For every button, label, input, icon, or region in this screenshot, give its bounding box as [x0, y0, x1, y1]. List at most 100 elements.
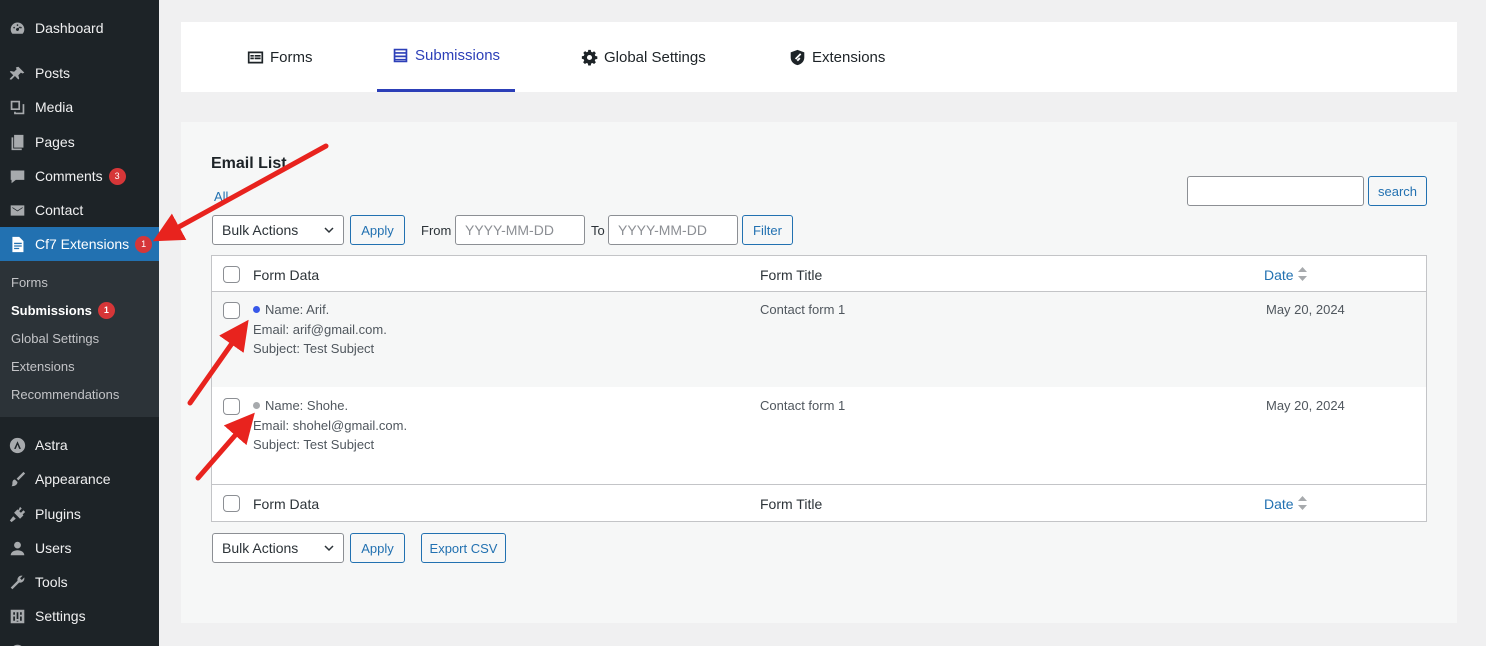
apply-button-bottom[interactable]: Apply — [350, 533, 405, 563]
sidebar-item-label: Comments — [35, 168, 103, 184]
select-value: Bulk Actions — [222, 540, 299, 556]
form-icon — [247, 51, 264, 63]
unread-indicator-dot — [253, 306, 260, 314]
sidebar-item-more[interactable] — [0, 634, 159, 646]
submenu-label: Global Settings — [11, 330, 100, 346]
select-all-checkbox-footer[interactable] — [223, 495, 240, 512]
submission-email: Email: shohel@gmail.com. — [253, 417, 408, 433]
document-icon — [8, 235, 26, 253]
sidebar-item-users[interactable]: Users — [0, 531, 159, 565]
tab-label: Extensions — [812, 48, 886, 66]
cf7-count-badge: 1 — [135, 235, 153, 253]
sidebar-item-tools[interactable]: Tools — [0, 565, 159, 599]
table-row: Name: Arif. Email: arif@gmail.com. Subje… — [212, 292, 1426, 387]
settings-icon — [8, 607, 26, 625]
row-checkbox[interactable] — [223, 398, 240, 415]
chevron-down-icon — [324, 545, 334, 552]
submenu-item-extensions[interactable]: Extensions — [0, 353, 159, 381]
sort-icon[interactable] — [1298, 267, 1307, 281]
tabs-bar: Forms Submissions Global Settings Extens… — [181, 22, 1457, 92]
submenu-label: Extensions — [11, 359, 75, 375]
form-data-cell: Name: Shohe. Email: shohel@gmail.com. Su… — [253, 396, 407, 455]
filter-all-link[interactable]: All — [214, 189, 228, 204]
submenu-item-recommendations[interactable]: Recommendations — [0, 381, 159, 409]
form-title-cell: Contact form 1 — [760, 398, 846, 413]
sidebar-item-comments[interactable]: Comments 3 — [0, 159, 159, 193]
dashboard-icon — [8, 19, 26, 37]
column-header-date[interactable]: Date — [1264, 267, 1294, 283]
brush-icon — [8, 470, 26, 488]
submenu-item-submissions[interactable]: Submissions 1 — [0, 296, 159, 324]
column-footer-form-data: Form Data — [253, 496, 320, 512]
admin-sidebar: Dashboard Posts Media Pages Comments 3 C… — [0, 0, 159, 646]
page-title: Email List — [211, 155, 287, 172]
filter-button[interactable]: Filter — [742, 215, 793, 245]
tab-forms[interactable]: Forms — [247, 22, 313, 92]
list-icon — [393, 48, 408, 63]
submenu-label: Forms — [11, 274, 48, 290]
bulk-actions-select-top[interactable]: Bulk Actions — [212, 215, 344, 245]
sidebar-item-label: Settings — [35, 608, 86, 624]
astra-icon — [8, 436, 26, 454]
submission-name: Name: Arif. — [265, 302, 330, 317]
sidebar-item-posts[interactable]: Posts — [0, 56, 159, 90]
sidebar-item-label: Posts — [35, 65, 71, 81]
gear-icon — [581, 49, 598, 65]
column-header-form-title: Form Title — [760, 267, 823, 283]
table-row: Name: Shohe. Email: shohel@gmail.com. Su… — [212, 387, 1426, 484]
tab-label: Global Settings — [604, 48, 706, 66]
search-input[interactable] — [1187, 176, 1364, 206]
tab-global-settings[interactable]: Global Settings — [581, 22, 706, 92]
sidebar-item-cf7-extensions[interactable]: Cf7 Extensions 1 — [0, 227, 159, 261]
sidebar-item-pages[interactable]: Pages — [0, 125, 159, 159]
footer-divider — [212, 484, 1426, 485]
submission-subject: Subject: Test Subject — [253, 341, 375, 356]
sidebar-item-label: Dashboard — [35, 20, 104, 36]
row-checkbox[interactable] — [223, 302, 240, 319]
comments-count-badge: 3 — [108, 167, 126, 185]
date-cell: May 20, 2024 — [1266, 302, 1345, 317]
tab-label: Submissions — [415, 47, 501, 64]
extension-icon — [790, 49, 805, 65]
sidebar-item-label: Astra — [35, 437, 68, 453]
submissions-table: Form Data Form Title Date Name: Arif. Em… — [211, 255, 1427, 522]
media-icon — [8, 98, 26, 116]
sidebar-item-media[interactable]: Media — [0, 90, 159, 124]
column-footer-date[interactable]: Date — [1264, 496, 1294, 512]
from-date-input[interactable]: YYYY-MM-DD — [455, 215, 585, 245]
cf7-submenu: Forms Submissions 1 Global Settings Exten… — [0, 261, 159, 417]
sidebar-item-settings[interactable]: Settings — [0, 599, 159, 633]
tab-label: Forms — [270, 48, 313, 66]
sidebar-item-label: Contact — [35, 202, 84, 218]
sort-icon[interactable] — [1298, 496, 1307, 510]
column-header-form-data: Form Data — [253, 267, 320, 283]
user-icon — [8, 539, 26, 557]
date-cell: May 20, 2024 — [1266, 398, 1345, 413]
bulk-actions-select-bottom[interactable]: Bulk Actions — [212, 533, 344, 563]
to-date-input[interactable]: YYYY-MM-DD — [608, 215, 738, 245]
submenu-item-forms[interactable]: Forms — [0, 268, 159, 296]
submission-subject: Subject: Test Subject — [253, 437, 375, 452]
form-title-cell: Contact form 1 — [760, 302, 846, 317]
sidebar-item-appearance[interactable]: Appearance — [0, 462, 159, 496]
submission-name: Name: Shohe. — [265, 398, 349, 413]
submenu-item-global-settings[interactable]: Global Settings — [0, 324, 159, 352]
sidebar-item-astra[interactable]: Astra — [0, 428, 159, 462]
form-data-cell: Name: Arif. Email: arif@gmail.com. Subje… — [253, 300, 387, 359]
sidebar-item-label: Tools — [35, 574, 68, 590]
sidebar-item-dashboard[interactable]: Dashboard — [0, 11, 159, 45]
tab-submissions[interactable]: Submissions — [377, 22, 516, 92]
export-csv-button[interactable]: Export CSV — [421, 533, 506, 563]
sidebar-item-contact[interactable]: Contact — [0, 193, 159, 227]
submission-email: Email: arif@gmail.com. — [253, 321, 387, 337]
apply-button-top[interactable]: Apply — [350, 215, 405, 245]
tab-extensions[interactable]: Extensions — [789, 22, 885, 92]
chevron-down-icon — [324, 227, 334, 234]
sidebar-item-label: Users — [35, 540, 72, 556]
column-footer-form-title: Form Title — [760, 496, 823, 512]
collapse-icon — [8, 642, 26, 646]
sidebar-item-plugins[interactable]: Plugins — [0, 497, 159, 531]
select-all-checkbox[interactable] — [223, 266, 240, 283]
email-list-panel: Email List All search Bulk Actions Apply… — [181, 122, 1457, 623]
search-button[interactable]: search — [1368, 176, 1427, 206]
